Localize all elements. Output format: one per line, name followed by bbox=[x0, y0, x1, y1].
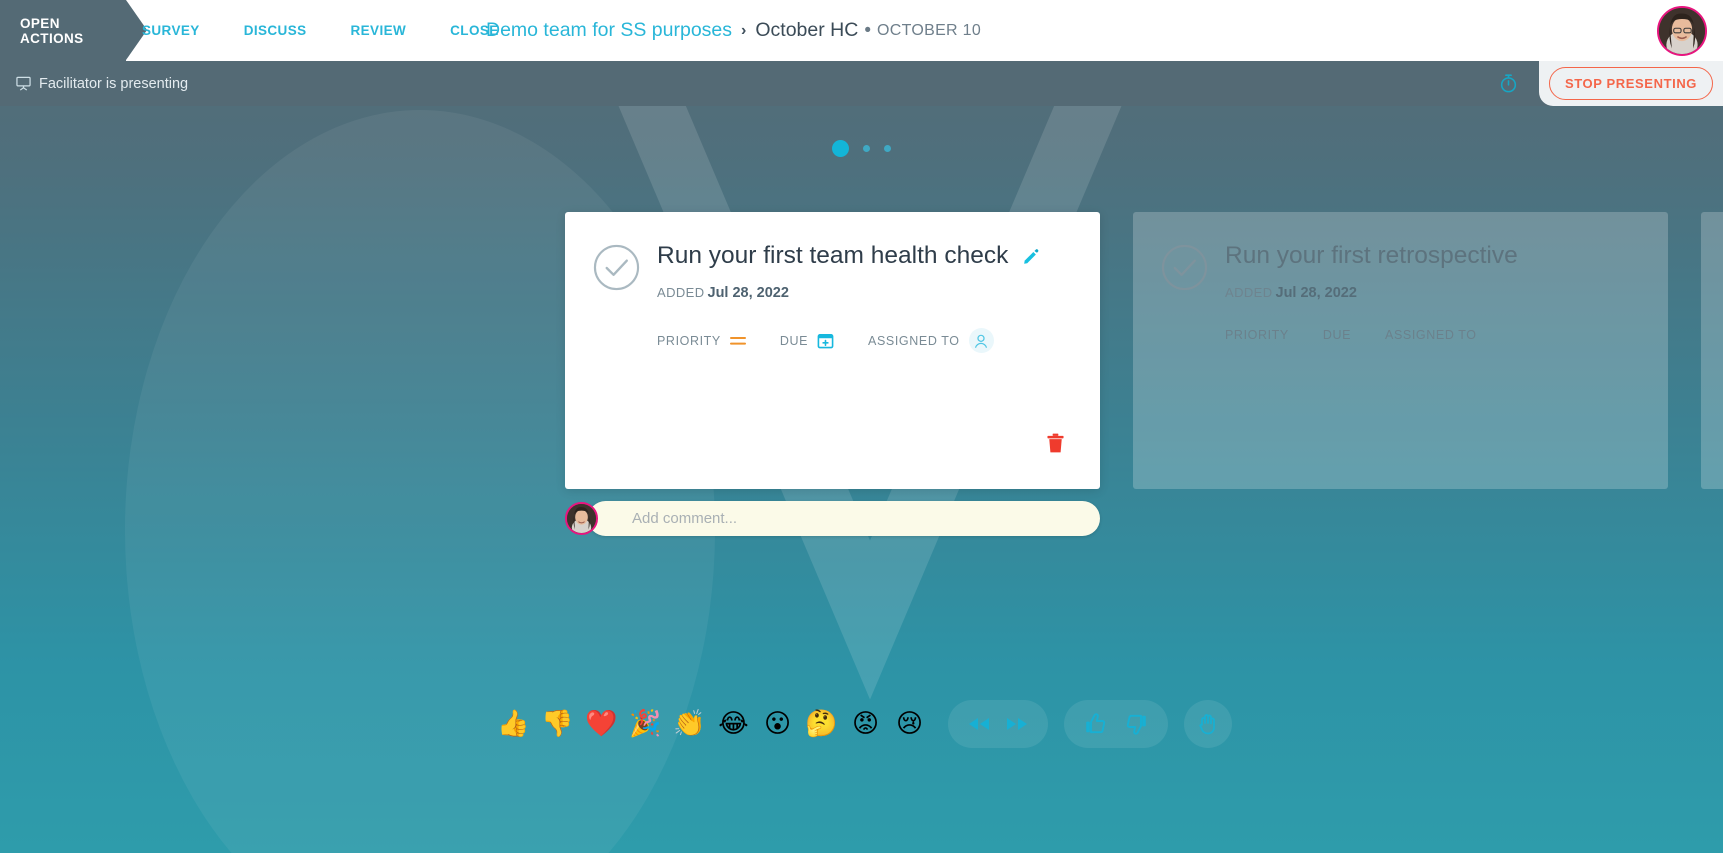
card-due[interactable]: DUE bbox=[780, 332, 834, 349]
vote-up-button[interactable] bbox=[1084, 712, 1108, 736]
action-card-partial[interactable] bbox=[1701, 212, 1723, 489]
pagination-dot-3[interactable] bbox=[884, 145, 891, 152]
carousel-pagination bbox=[0, 140, 1723, 157]
fast-forward-icon bbox=[1006, 718, 1027, 730]
card-title: Run your first team health check bbox=[657, 242, 1009, 269]
tab-discuss[interactable]: DISCUSS bbox=[244, 23, 307, 38]
facilitator-status-text: Facilitator is presenting bbox=[39, 75, 189, 92]
action-cards-carousel: Run your first team health check ADDED Ju… bbox=[565, 212, 1723, 489]
card-added-date: Jul 28, 2022 bbox=[1275, 285, 1357, 301]
card-title-area: Run your first team health check ADDED Ju… bbox=[657, 242, 1072, 353]
navigation-controls-pill bbox=[947, 700, 1048, 748]
card-title: Run your first retrospective bbox=[1225, 242, 1518, 269]
comment-field[interactable] bbox=[588, 501, 1100, 536]
party-popper-emoji[interactable]: 🎉 bbox=[624, 702, 668, 746]
card-due-label: DUE bbox=[1322, 328, 1352, 342]
rewind-icon bbox=[968, 718, 989, 730]
top-navigation-bar: OPEN ACTIONS SURVEY DISCUSS REVIEW CLOSE… bbox=[0, 0, 1723, 61]
calendar-plus-icon bbox=[817, 334, 834, 349]
assignee-placeholder-avatar bbox=[968, 328, 994, 353]
raised-hand-icon bbox=[1198, 714, 1215, 735]
thinking-emoji[interactable]: 🤔 bbox=[800, 702, 844, 746]
card-title-area: Run your first retrospective ADDED Jul 28… bbox=[1225, 242, 1640, 342]
stop-presenting-container: STOP PRESENTING bbox=[1539, 61, 1723, 106]
card-priority[interactable]: PRIORITY bbox=[1225, 328, 1289, 342]
priority-medium-icon bbox=[729, 336, 746, 345]
breadcrumb-date: OCTOBER 10 bbox=[876, 21, 982, 39]
tab-open-actions[interactable]: OPEN ACTIONS bbox=[0, 0, 147, 61]
stop-presenting-button[interactable]: STOP PRESENTING bbox=[1548, 67, 1714, 100]
stopwatch-icon bbox=[1500, 74, 1517, 93]
tab-review[interactable]: REVIEW bbox=[351, 23, 407, 38]
facilitator-actions: STOP PRESENTING bbox=[1498, 61, 1723, 106]
thumbs-up-outline-icon bbox=[1085, 713, 1105, 734]
rewind-button[interactable] bbox=[968, 717, 990, 731]
tears-of-joy-emoji[interactable]: 😂 bbox=[712, 702, 756, 746]
action-card-next[interactable]: Run your first retrospective ADDED Jul 28… bbox=[1133, 212, 1668, 489]
pencil-icon[interactable] bbox=[1022, 247, 1040, 265]
thumbs-up-emoji[interactable]: 👍 bbox=[492, 702, 536, 746]
voting-controls-pill bbox=[1063, 700, 1168, 748]
breadcrumb-separator-icon: › bbox=[741, 21, 747, 39]
surprised-emoji[interactable]: 😮 bbox=[756, 702, 800, 746]
trash-icon[interactable] bbox=[1047, 433, 1064, 453]
nav-links: SURVEY DISCUSS REVIEW CLOSE bbox=[140, 0, 499, 61]
breadcrumb-team[interactable]: Demo team for SS purposes bbox=[486, 19, 732, 42]
card-due[interactable]: DUE bbox=[1323, 328, 1351, 342]
thumbs-down-emoji[interactable]: 👎 bbox=[536, 702, 580, 746]
card-assigned-label: ASSIGNED TO bbox=[1385, 328, 1477, 342]
facilitator-bar: Facilitator is presenting STOP PRESENTIN… bbox=[0, 61, 1723, 106]
card-priority[interactable]: PRIORITY bbox=[657, 334, 746, 348]
presentation-easel-icon bbox=[16, 76, 31, 91]
card-title-row: Run your first team health check bbox=[657, 242, 1072, 270]
tab-survey[interactable]: SURVEY bbox=[142, 23, 200, 38]
complete-check-icon[interactable] bbox=[1161, 244, 1208, 291]
heart-emoji[interactable]: ❤️ bbox=[580, 702, 624, 746]
facilitator-status: Facilitator is presenting bbox=[16, 76, 188, 92]
user-avatar[interactable] bbox=[1657, 6, 1707, 56]
angry-emoji[interactable]: 😡 bbox=[844, 702, 888, 746]
timer-button[interactable] bbox=[1498, 73, 1519, 94]
fast-forward-button[interactable] bbox=[1006, 717, 1028, 731]
complete-check-icon[interactable] bbox=[593, 244, 640, 291]
tab-open-actions-label: OPEN ACTIONS bbox=[20, 15, 84, 46]
card-added-row: ADDED Jul 28, 2022 bbox=[1225, 285, 1640, 301]
card-header: Run your first retrospective ADDED Jul 28… bbox=[1161, 242, 1640, 342]
breadcrumb-dot: • bbox=[864, 19, 871, 41]
pagination-dot-2[interactable] bbox=[863, 145, 870, 152]
card-meta-row: PRIORITY DUE ASSIGNED TO bbox=[657, 328, 1072, 353]
reaction-toolbar: 👍 👎 ❤️ 🎉 👏 😂 😮 🤔 😡 😢 bbox=[0, 700, 1723, 748]
pagination-dot-active[interactable] bbox=[832, 140, 849, 157]
avatar-image bbox=[1659, 8, 1705, 54]
comment-input[interactable] bbox=[632, 510, 1100, 527]
crying-emoji[interactable]: 😢 bbox=[888, 702, 932, 746]
card-priority-label: PRIORITY bbox=[657, 333, 721, 348]
card-due-label: DUE bbox=[779, 333, 809, 348]
breadcrumb: Demo team for SS purposes › October HC •… bbox=[486, 0, 981, 61]
thumbs-down-outline-icon bbox=[1126, 714, 1146, 735]
avatar-image bbox=[567, 504, 596, 533]
card-assigned[interactable]: ASSIGNED TO bbox=[868, 328, 994, 353]
action-card-active[interactable]: Run your first team health check ADDED Ju… bbox=[565, 212, 1100, 489]
card-added-date: Jul 28, 2022 bbox=[707, 285, 789, 301]
card-meta-row: PRIORITY DUE ASSIGNED TO bbox=[1225, 328, 1640, 342]
comment-composer bbox=[565, 501, 1100, 536]
presentation-view: OPEN ACTIONS SURVEY DISCUSS REVIEW CLOSE… bbox=[0, 0, 1723, 853]
comment-author-avatar bbox=[565, 502, 598, 535]
raise-hand-button[interactable] bbox=[1183, 700, 1232, 748]
card-header: Run your first team health check ADDED Ju… bbox=[593, 242, 1072, 353]
card-priority-label: PRIORITY bbox=[1225, 328, 1289, 342]
card-assigned[interactable]: ASSIGNED TO bbox=[1385, 328, 1477, 342]
card-added-row: ADDED Jul 28, 2022 bbox=[657, 285, 1072, 301]
card-added-label: ADDED bbox=[657, 285, 705, 300]
vote-down-button[interactable] bbox=[1124, 712, 1148, 736]
clapping-hands-emoji[interactable]: 👏 bbox=[668, 702, 712, 746]
card-assigned-label: ASSIGNED TO bbox=[868, 333, 960, 348]
breadcrumb-session: October HC bbox=[755, 19, 859, 41]
card-title-row: Run your first retrospective bbox=[1225, 242, 1640, 270]
person-icon bbox=[975, 334, 988, 348]
card-added-label: ADDED bbox=[1225, 285, 1273, 300]
